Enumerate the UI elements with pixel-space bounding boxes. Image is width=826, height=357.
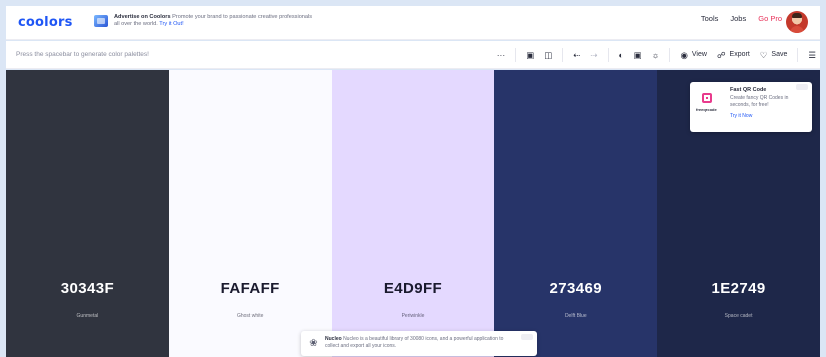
spacebar-hint: Press the spacebar to generate color pal…: [16, 51, 149, 58]
color-swatch[interactable]: 273469 Delft Blue: [494, 70, 658, 357]
nucleo-ad-banner[interactable]: ❀ Nucleo Nucleo is a beautiful library o…: [301, 331, 537, 356]
qr-ad-body: Create fancy QR Codes in seconds, for fr…: [730, 95, 789, 108]
swatch-hex-code[interactable]: E4D9FF: [332, 280, 495, 297]
top-ad-banner[interactable]: Advertise on Coolors Promote your brand …: [94, 14, 314, 28]
swatch-color-name: Periwinkle: [401, 313, 425, 319]
toolbar-divider: [669, 48, 671, 62]
nav-tools-link[interactable]: Tools: [701, 14, 719, 23]
toolbar-divider: [562, 48, 564, 62]
nav-go-pro-link[interactable]: Go Pro: [758, 14, 782, 23]
qr-code-ad-card[interactable]: freeqrcode Fast QR Code Create fancy QR …: [690, 82, 812, 132]
ad-close-button[interactable]: [521, 334, 533, 340]
export-label: Export: [729, 51, 750, 58]
more-options-button[interactable]: ···: [497, 49, 506, 61]
undo-icon[interactable]: ⇠: [573, 49, 580, 61]
toolbar-divider: [515, 48, 517, 62]
toolbar-actions: ··· ▣ ◫ ⇠ ⇢ ◐ ▣ ☼ ◉ View ☍ Export ♡ Save ☰: [487, 48, 816, 62]
toolbar-divider: [607, 48, 609, 62]
export-button[interactable]: ☍ Export: [717, 49, 750, 61]
color-swatch[interactable]: 30343F Gunmetal: [6, 70, 169, 357]
sun-icon[interactable]: ☼: [652, 49, 660, 61]
swatch-color-name: Space cadet: [724, 313, 753, 319]
ad-close-button[interactable]: [796, 84, 808, 90]
qr-brand-name: freeqrcode: [696, 107, 717, 112]
nav-links: Tools Jobs Go Pro: [701, 11, 812, 33]
swatch-color-name: Ghost white: [236, 313, 264, 319]
redo-icon[interactable]: ⇢: [590, 49, 597, 61]
swatch-hex-code[interactable]: 1E2749: [657, 280, 820, 297]
nucleo-ad-title: Nucleo: [325, 336, 342, 342]
color-swatch[interactable]: E4D9FF Periwinkle: [331, 70, 495, 357]
ad-thumbnail-icon: [94, 15, 108, 27]
image-icon[interactable]: ◫: [544, 49, 552, 61]
qr-ad-title: Fast QR Code: [730, 87, 767, 93]
view-button[interactable]: ◉ View: [680, 49, 706, 61]
save-button[interactable]: ♡ Save: [760, 49, 788, 61]
swatch-hex-code[interactable]: 273469: [494, 280, 657, 297]
view-label: View: [691, 51, 707, 58]
swatch-color-name: Delft Blue: [564, 313, 587, 319]
top-ad-cta[interactable]: Try it Out!: [159, 21, 183, 27]
top-navbar: coolors Advertise on Coolors Promote you…: [6, 6, 820, 40]
toolbar-divider: [797, 48, 799, 62]
user-avatar[interactable]: [786, 11, 808, 33]
top-ad-text: Advertise on Coolors Promote your brand …: [114, 14, 314, 28]
nucleo-ad-body: Nucleo is a beautiful library of 30080 i…: [325, 336, 504, 349]
camera-icon[interactable]: ▣: [526, 49, 534, 61]
qr-code-icon: [702, 93, 712, 103]
share-icon: ☍: [716, 50, 726, 60]
qr-ad-cta[interactable]: Try it Now: [730, 113, 752, 119]
nav-jobs-link[interactable]: Jobs: [730, 14, 746, 23]
qr-code-logo: freeqrcode: [696, 91, 718, 121]
hamburger-menu-icon[interactable]: ☰: [808, 49, 816, 61]
contrast-icon[interactable]: ◐: [619, 49, 624, 61]
nucleo-icon: ❀: [309, 338, 318, 349]
color-swatch[interactable]: FAFAFF Ghost white: [168, 70, 332, 357]
save-label: Save: [771, 51, 788, 58]
top-ad-title: Advertise on Coolors: [114, 14, 171, 20]
glasses-icon[interactable]: ▣: [634, 49, 642, 61]
swatch-hex-code[interactable]: FAFAFF: [169, 280, 332, 297]
nucleo-ad-text: Nucleo Nucleo is a beautiful library of …: [325, 336, 515, 350]
heart-icon: ♡: [759, 50, 768, 60]
eye-icon: ◉: [680, 50, 688, 60]
swatch-color-name: Gunmetal: [76, 313, 99, 319]
coolors-logo[interactable]: coolors: [18, 15, 73, 30]
palette-toolbar: Press the spacebar to generate color pal…: [6, 41, 820, 69]
swatch-hex-code[interactable]: 30343F: [6, 280, 169, 297]
